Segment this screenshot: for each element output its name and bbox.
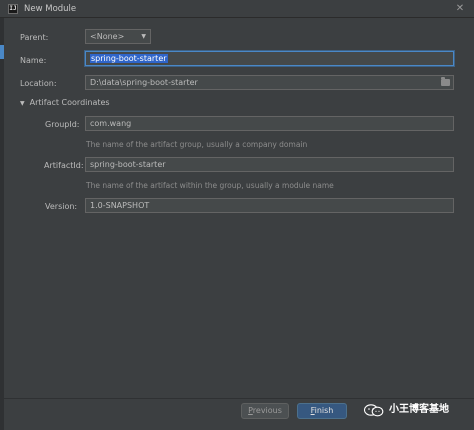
groupid-field[interactable]: com.wang — [85, 116, 454, 131]
bottom-separator — [0, 398, 474, 399]
finish-button[interactable]: Finish — [297, 403, 347, 419]
version-field[interactable]: 1.0-SNAPSHOT — [85, 198, 454, 213]
watermark-text: 小王博客基地 — [389, 404, 449, 415]
artifact-coordinates-label: Artifact Coordinates — [29, 98, 110, 107]
version-field-value: 1.0-SNAPSHOT — [90, 201, 150, 210]
left-side-strip — [0, 18, 4, 430]
artifactid-field[interactable]: spring-boot-starter — [85, 157, 454, 172]
artifactid-field-value: spring-boot-starter — [90, 160, 166, 169]
wechat-icon — [364, 404, 384, 417]
parent-combo-value: <None> — [90, 32, 125, 41]
parent-label: Parent: — [20, 33, 49, 42]
previous-button-label: revious — [252, 406, 282, 415]
name-label: Name: — [20, 56, 47, 65]
browse-folder-icon[interactable] — [441, 77, 450, 86]
close-icon[interactable]: ✕ — [454, 3, 466, 15]
finish-button-label: inish — [314, 406, 334, 415]
location-label: Location: — [20, 79, 57, 88]
version-label: Version: — [45, 202, 78, 211]
location-field[interactable]: D:\data\spring-boot-starter — [85, 75, 454, 90]
groupid-field-value: com.wang — [90, 119, 132, 128]
triangle-down-icon: ▼ — [20, 100, 25, 107]
parent-combo[interactable]: <None> ▼ — [85, 29, 151, 44]
side-strip-active-marker — [0, 45, 4, 59]
artifactid-label: ArtifactId: — [44, 161, 84, 170]
window-title: New Module — [24, 4, 77, 14]
name-field-value: spring-boot-starter — [90, 54, 168, 63]
artifactid-hint: The name of the artifact within the grou… — [86, 181, 334, 190]
intellij-app-icon: IJ — [8, 4, 18, 14]
previous-button[interactable]: Previous — [241, 403, 289, 419]
groupid-label: GroupId: — [45, 120, 80, 129]
title-bar: IJ New Module ✕ — [0, 0, 474, 18]
artifact-coordinates-toggle[interactable]: ▼ Artifact Coordinates — [20, 98, 110, 107]
location-field-value: D:\data\spring-boot-starter — [90, 78, 198, 87]
name-field[interactable]: spring-boot-starter — [85, 51, 454, 66]
chevron-down-icon: ▼ — [141, 33, 146, 40]
groupid-hint: The name of the artifact group, usually … — [86, 140, 308, 149]
